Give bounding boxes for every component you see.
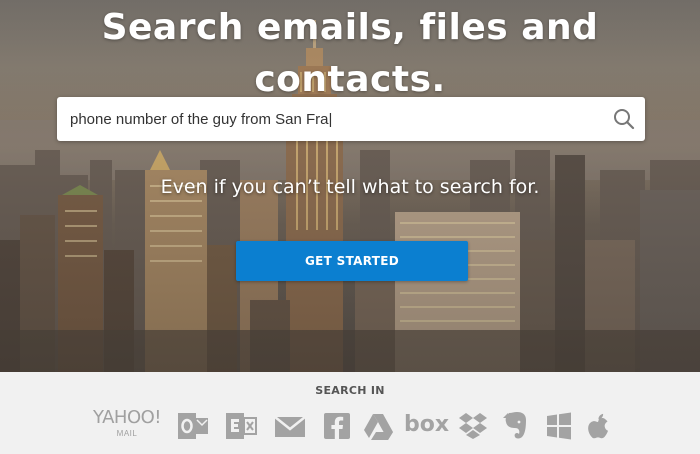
dropbox-icon[interactable] bbox=[458, 408, 488, 444]
exchange-icon[interactable] bbox=[224, 408, 258, 444]
google-drive-icon[interactable] bbox=[362, 408, 394, 444]
windows-icon[interactable] bbox=[544, 408, 574, 444]
search-in-title: SEARCH IN bbox=[315, 384, 385, 397]
search-in-footer: SEARCH IN YAHOO! MAIL box bbox=[0, 372, 700, 454]
facebook-icon[interactable] bbox=[322, 408, 352, 444]
search-bar[interactable] bbox=[57, 97, 645, 141]
get-started-button[interactable]: GET STARTED bbox=[236, 241, 468, 281]
yahoo-wordmark: YAHOO! bbox=[93, 407, 162, 428]
evernote-icon[interactable] bbox=[500, 408, 530, 444]
yahoo-mail-logo[interactable]: YAHOO! MAIL bbox=[92, 408, 162, 444]
page-title: Search emails, files and contacts. bbox=[101, 7, 599, 100]
box-logo[interactable]: box bbox=[404, 408, 449, 444]
service-logos: YAHOO! MAIL box bbox=[0, 408, 700, 448]
search-icon[interactable] bbox=[611, 106, 637, 132]
search-input[interactable] bbox=[70, 97, 590, 141]
gmail-icon[interactable] bbox=[272, 408, 308, 444]
apple-icon[interactable] bbox=[586, 408, 612, 444]
outlook-icon[interactable] bbox=[176, 408, 210, 444]
yahoo-mail-label: MAIL bbox=[116, 429, 138, 438]
tagline: Even if you can’t tell what to search fo… bbox=[160, 176, 540, 198]
